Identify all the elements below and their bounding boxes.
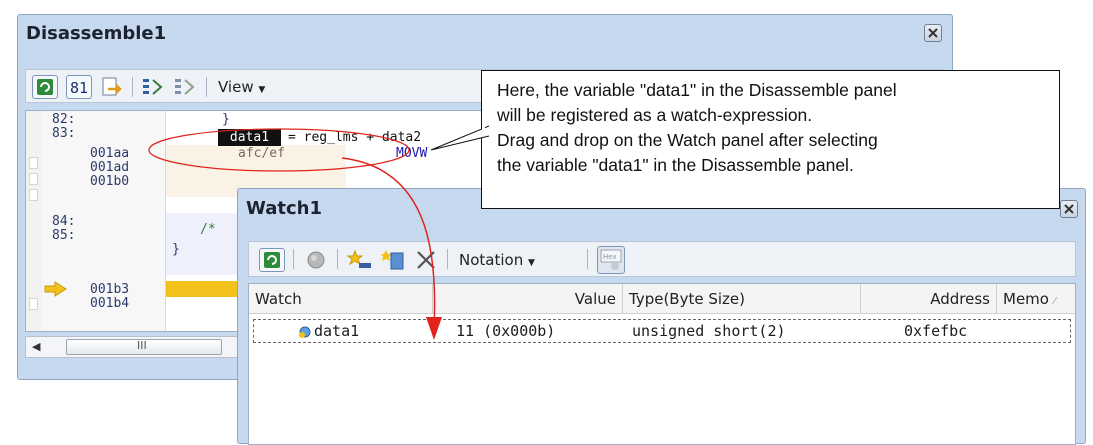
callout-pointer bbox=[430, 125, 490, 151]
callout-pointer-joint bbox=[482, 127, 485, 136]
drag-arrow-head bbox=[426, 317, 442, 340]
annotation-overlay bbox=[148, 125, 490, 340]
drag-arrow bbox=[341, 157, 436, 328]
